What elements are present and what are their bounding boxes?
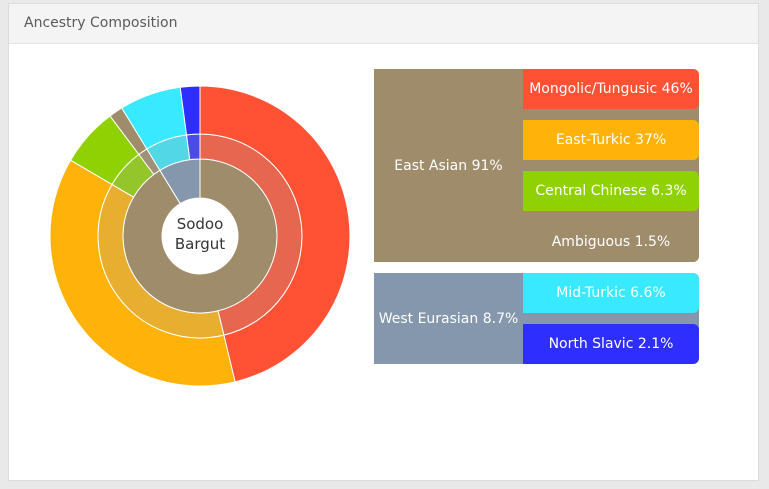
card-header: Ancestry Composition bbox=[9, 4, 758, 44]
legend-item-north-slavic[interactable]: North Slavic 2.1% bbox=[523, 324, 699, 364]
legend-item-mid-turkic[interactable]: Mid-Turkic 6.6% bbox=[523, 273, 699, 313]
legend-item-central-chinese[interactable]: Central Chinese 6.3% bbox=[523, 171, 699, 211]
legend-item-east-turkic[interactable]: East-Turkic 37% bbox=[523, 120, 699, 160]
center-label-line: Sodoo bbox=[177, 215, 224, 233]
legend-group-label: East Asian 91% bbox=[394, 157, 503, 174]
legend-item-ambiguous[interactable]: Ambiguous 1.5% bbox=[523, 222, 699, 262]
legend-group-label: West Eurasian 8.7% bbox=[378, 310, 519, 327]
legend-item-mongolic-tungusic[interactable]: Mongolic/Tungusic 46% bbox=[523, 69, 699, 109]
card-title: Ancestry Composition bbox=[24, 15, 178, 31]
sunburst-chart: Sodoo Bargut bbox=[49, 85, 351, 387]
center-label-line: Bargut bbox=[175, 235, 225, 253]
